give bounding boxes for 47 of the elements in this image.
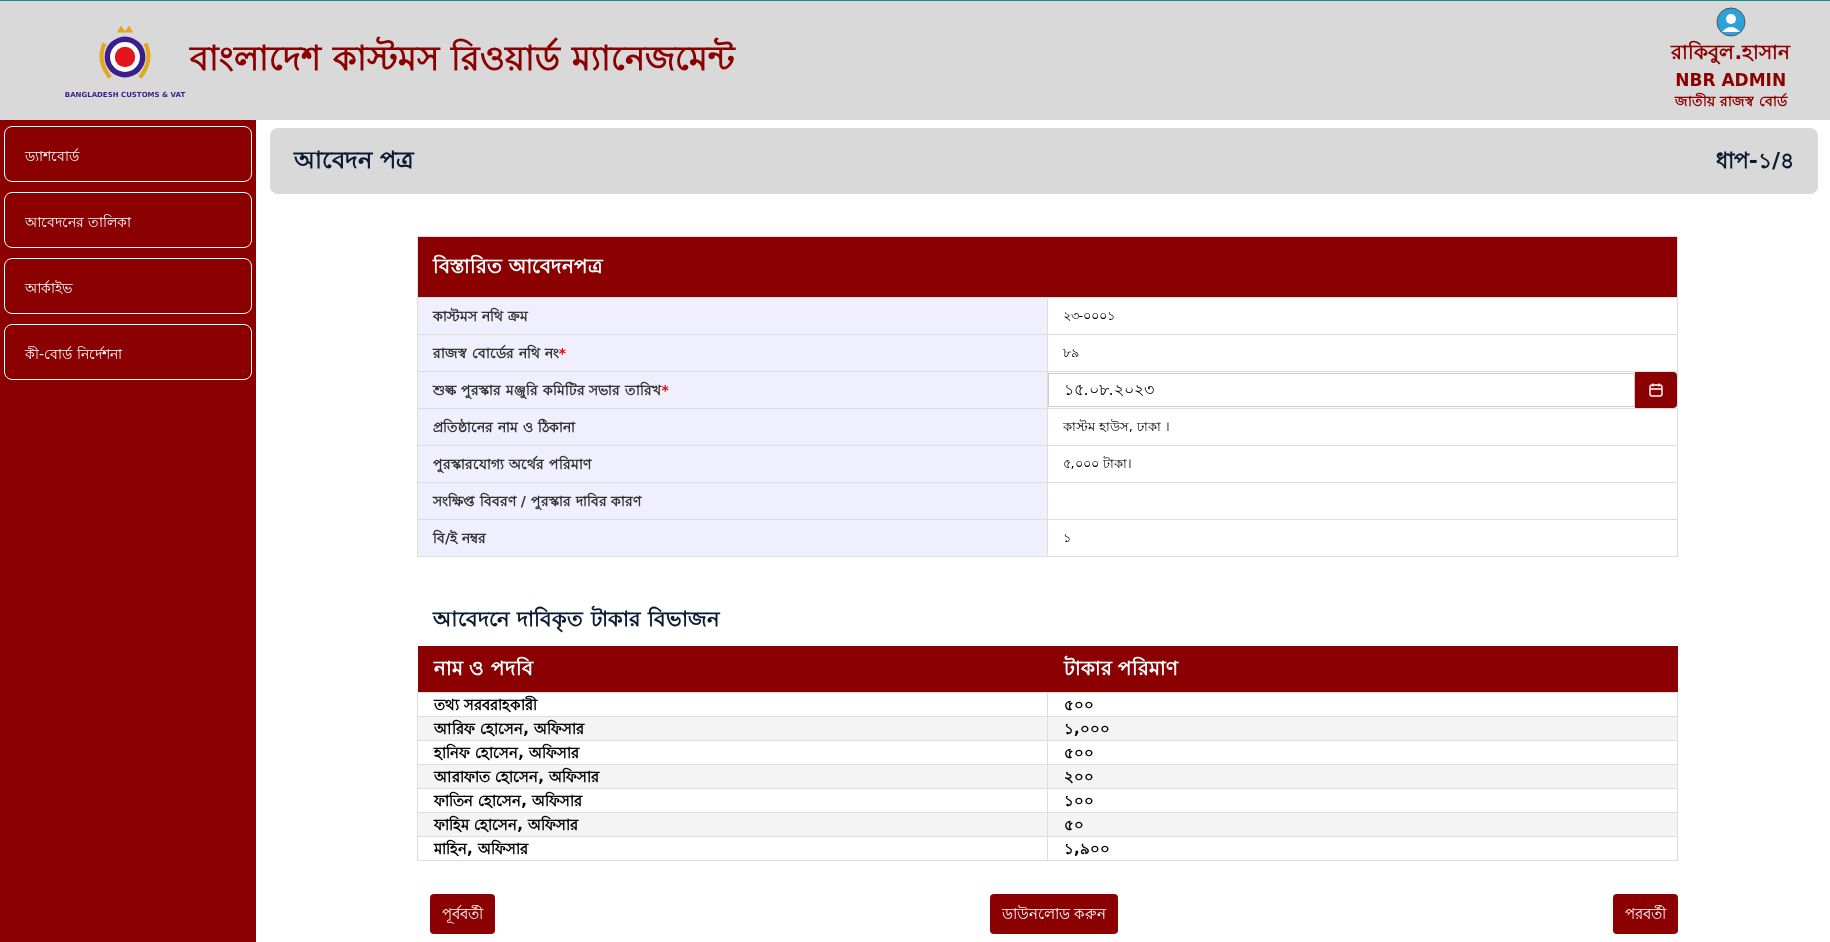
date-field[interactable]: ১৫.০৮.২০২৩ (1047, 373, 1635, 407)
field-value: কাস্টম হাউস, ঢাকা । (1061, 417, 1171, 436)
field-value: ৮৯ (1061, 343, 1079, 362)
user-office: জাতীয় রাজস্ব বোর্ড (1674, 91, 1787, 111)
user-name: রাকিবুল.হাসান (1671, 39, 1790, 67)
table-cell: মাহিন, অফিসার (417, 836, 1048, 861)
column-header: টাকার পরিমাণ (1047, 646, 1678, 693)
previous-button[interactable]: পূর্ববর্তী (430, 894, 495, 934)
sidebar-item[interactable]: আবেদনের তালিকা (4, 192, 252, 248)
section-title: বিস্তারিত আবেদনপত্র (433, 252, 603, 280)
download-button[interactable]: ডাউনলোড করুন (989, 894, 1119, 934)
step-indicator: ধাপ-১/৪ (1715, 146, 1794, 175)
user-role: NBR ADMIN (1675, 70, 1787, 90)
field-label: শুল্ক পুরস্কার মঞ্জুরি কমিটির সভার তারিখ* (418, 372, 1048, 408)
field-label: প্রতিষ্ঠানের নাম ও ঠিকানা (418, 409, 1048, 445)
field-value: ৫,০০০ টাকা। (1061, 454, 1132, 473)
field-label: রাজস্ব বোর্ডের নথি নং* (418, 335, 1048, 371)
table-cell: আরাফাত হোসেন, অফিসার (417, 764, 1048, 789)
table-cell: আরিফ হোসেন, অফিসার (417, 716, 1048, 741)
table-cell: ৫০০ (1047, 740, 1678, 765)
user-avatar-icon[interactable] (1715, 7, 1746, 37)
table-cell: ২০০ (1047, 764, 1678, 789)
sidebar-item[interactable]: ড্যাশবোর্ড (4, 126, 252, 182)
field-label: বি/ই নম্বর (418, 520, 1048, 556)
table-cell: ১,৯০০ (1047, 836, 1678, 861)
calendar-icon (1648, 382, 1664, 398)
table-cell: ফাহিম হোসেন, অফিসার (417, 812, 1048, 837)
table-cell: হানিফ হোসেন, অফিসার (417, 740, 1048, 765)
calendar-button[interactable] (1635, 372, 1677, 408)
field-label: কাস্টমস নথি ক্রম (418, 298, 1048, 334)
field-label: সংক্ষিপ্ত বিবরণ / পুরস্কার দাবির কারণ (418, 483, 1048, 519)
field-label: পুরস্কারযোগ্য অর্থের পরিমাণ (418, 446, 1048, 482)
field-value: ১ (1061, 528, 1071, 547)
page-title: আবেদন পত্র (294, 145, 415, 176)
section-title: আবেদনে দাবিকৃত টাকার বিভাজন (433, 604, 722, 635)
app-title: বাংলাদেশ কাস্টমস রিওয়ার্ড ম্যানেজমেন্ট (190, 35, 737, 80)
table-cell: ১০০ (1047, 788, 1678, 813)
table-cell: ফাতিন হোসেন, অফিসার (417, 788, 1048, 813)
sidebar-item[interactable]: আর্কাইভ (4, 258, 252, 314)
table-cell: তথ্য সরবরাহকারী (417, 692, 1048, 717)
field-value: ২৩-০০০১ (1061, 306, 1116, 325)
table-cell: ১,০০০ (1047, 716, 1678, 741)
table-cell: ৫০ (1047, 812, 1678, 837)
column-header: নাম ও পদবি (417, 646, 1048, 693)
table-cell: ৫০০ (1047, 692, 1678, 717)
next-button[interactable]: পরবর্তী (1613, 894, 1678, 934)
sidebar-item[interactable]: কী-বোর্ড নির্দেশনা (4, 324, 252, 380)
